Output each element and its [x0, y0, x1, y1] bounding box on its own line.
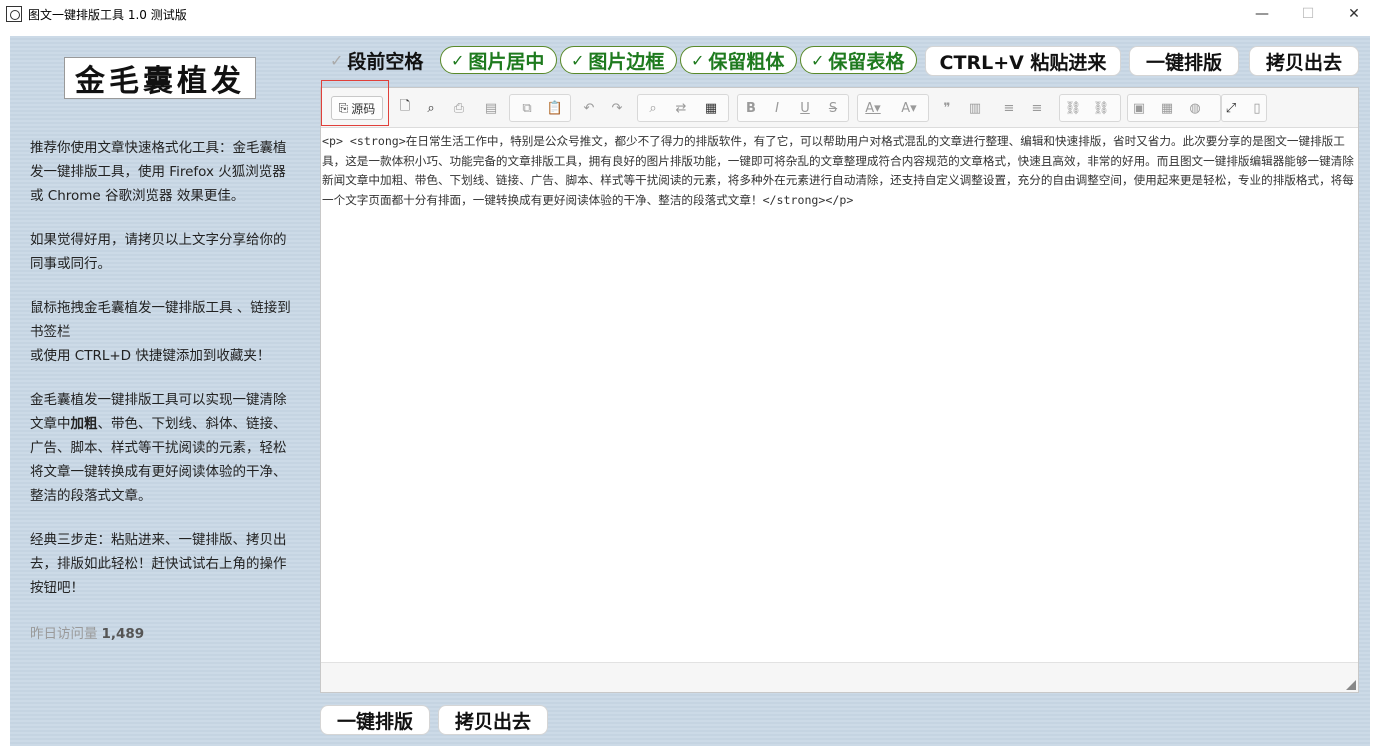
minimize-button[interactable]: — — [1239, 0, 1285, 28]
check-icon: ✓ — [691, 50, 705, 70]
link-icon[interactable]: ⛓ — [1065, 100, 1082, 116]
blockquote-icon[interactable]: ❞ — [939, 100, 955, 116]
paste-button[interactable]: CTRL+V 粘贴进来 — [925, 46, 1121, 76]
bottom-format-button[interactable]: 一键排版 — [320, 705, 430, 735]
option-label: 保留粗体 — [708, 50, 785, 73]
source-code-label: 源码 — [351, 101, 376, 116]
template-icon[interactable]: ▤ — [483, 100, 499, 116]
new-document-icon[interactable]: 🗋 — [397, 99, 413, 116]
check-icon: ✓ — [811, 50, 825, 70]
check-icon: ✓ — [571, 50, 585, 70]
bold-icon[interactable]: B — [743, 100, 759, 116]
redo-icon[interactable]: ↷ — [609, 100, 625, 116]
table-icon[interactable]: ▦ — [1159, 100, 1175, 116]
option-keep-bold-toggle[interactable]: ✓ 保留粗体 — [680, 46, 797, 74]
option-indent-toggle[interactable]: ✓ 段前空格 — [320, 46, 438, 74]
window-controls: — ☐ ✕ — [1239, 0, 1377, 28]
align-right-icon[interactable]: ≡ — [1029, 100, 1045, 116]
globe-icon[interactable]: ◍ — [1187, 100, 1203, 116]
window-title: 图文一键排版工具 1.0 测试版 — [28, 7, 187, 22]
intro-text: 推荐你使用文章快速格式化工具：金毛囊植发一键排版工具，使用 Firefox 火狐… — [30, 140, 287, 204]
copy-out-button[interactable]: 拷贝出去 — [1249, 46, 1359, 76]
bookmark-text-line2: 或使用 CTRL+D 快捷键添加到收藏夹！ — [30, 348, 271, 364]
option-label: 保留表格 — [828, 50, 905, 73]
main-area: 金毛囊植发 推荐你使用文章快速格式化工具：金毛囊植发一键排版工具，使用 Fire… — [10, 36, 1370, 746]
visits-value: 1,489 — [101, 626, 145, 642]
bookmark-text-line1: 鼠标拖拽金毛囊植发一键排版工具 、链接到书签栏 — [30, 300, 291, 340]
steps-text: 经典三步走：粘贴进来、一键排版、拷贝出去，排版如此轻松！赶快试试右上角的操作按钮… — [30, 532, 287, 596]
visits-label: 昨日访问量 — [30, 626, 98, 642]
italic-icon[interactable]: I — [769, 100, 785, 116]
source-code-icon: ⎘ — [338, 100, 349, 115]
sidebar: 金毛囊植发 推荐你使用文章快速格式化工具：金毛囊植发一键排版工具，使用 Fire… — [10, 36, 310, 746]
find-icon[interactable]: ⌕ — [645, 100, 661, 116]
bottom-copy-out-button[interactable]: 拷贝出去 — [438, 705, 548, 735]
format-button[interactable]: 一键排版 — [1129, 46, 1239, 76]
option-image-border-toggle[interactable]: ✓ 图片边框 — [560, 46, 677, 74]
editor-statusbar — [321, 662, 1358, 692]
share-text: 如果觉得好用，请拷贝以上文字分享给你的同事或同行。 — [30, 232, 287, 272]
feature-text-bold: 加粗 — [70, 416, 98, 432]
option-keep-table-toggle[interactable]: ✓ 保留表格 — [800, 46, 917, 74]
check-icon: ✓ — [330, 50, 344, 70]
app-icon — [6, 6, 22, 22]
option-label: 图片边框 — [588, 50, 665, 73]
editor-toolbar: ⎘ 源码 🗋 ⌕ ⎙ ▤ ⧉ 📋 ↶ ↷ ⌕ ⇄ ▦ B I U S A▾ A▾… — [321, 80, 1358, 128]
option-label: 图片居中 — [468, 50, 545, 73]
strikethrough-icon[interactable]: S — [825, 100, 841, 116]
maximize-button[interactable]: ☐ — [1285, 0, 1331, 28]
copy-icon[interactable]: ⧉ — [519, 100, 535, 116]
close-button[interactable]: ✕ — [1331, 0, 1377, 28]
logo: 金毛囊植发 — [64, 57, 256, 99]
select-all-icon[interactable]: ▦ — [703, 100, 719, 116]
text-color-icon[interactable]: A▾ — [865, 100, 881, 116]
option-label: 段前空格 — [347, 50, 424, 73]
replace-icon[interactable]: ⇄ — [673, 100, 689, 116]
paste-icon[interactable]: 📋 — [547, 100, 563, 116]
undo-icon[interactable]: ↶ — [581, 100, 597, 116]
background-color-icon[interactable]: A▾ — [901, 100, 917, 116]
unlink-icon[interactable]: ⛓ — [1093, 100, 1110, 116]
image-icon[interactable]: ▣ — [1131, 100, 1147, 116]
editor-content[interactable]: <p> <strong>在日常生活工作中，特别是公众号推文，都少不了得力的排版软… — [321, 129, 1358, 210]
preview-icon[interactable]: ⌕ — [423, 100, 439, 116]
visits-stat: 昨日访问量 1,489 — [30, 622, 144, 642]
resize-handle-icon[interactable] — [1346, 680, 1356, 690]
title-bar: 图文一键排版工具 1.0 测试版 — ☐ ✕ — [0, 0, 1377, 28]
app-window: 图文一键排版工具 1.0 测试版 — ☐ ✕ 金毛囊植发 推荐你使用文章快速格式… — [0, 0, 1377, 755]
rich-text-editor: ⎘ 源码 🗋 ⌕ ⎙ ▤ ⧉ 📋 ↶ ↷ ⌕ ⇄ ▦ B I U S A▾ A▾… — [320, 80, 1359, 693]
print-icon[interactable]: ⎙ — [451, 100, 467, 116]
source-code-button[interactable]: ⎘ 源码 — [331, 96, 383, 120]
align-left-icon[interactable]: ≡ — [1001, 100, 1017, 116]
feature-text: 金毛囊植发一键排版工具可以实现一键清除文章中加粗、带色、下划线、斜体、链接、广告… — [30, 388, 292, 508]
option-center-images-toggle[interactable]: ✓ 图片居中 — [440, 46, 557, 74]
show-blocks-icon[interactable]: ▯ — [1249, 100, 1265, 116]
code-icon[interactable]: ▥ — [967, 100, 983, 116]
fullscreen-icon[interactable]: ⤢ — [1223, 100, 1239, 116]
underline-icon[interactable]: U — [797, 100, 813, 116]
bookmark-text: 鼠标拖拽金毛囊植发一键排版工具 、链接到书签栏 或使用 CTRL+D 快捷键添加… — [30, 296, 292, 368]
check-icon: ✓ — [451, 50, 465, 70]
